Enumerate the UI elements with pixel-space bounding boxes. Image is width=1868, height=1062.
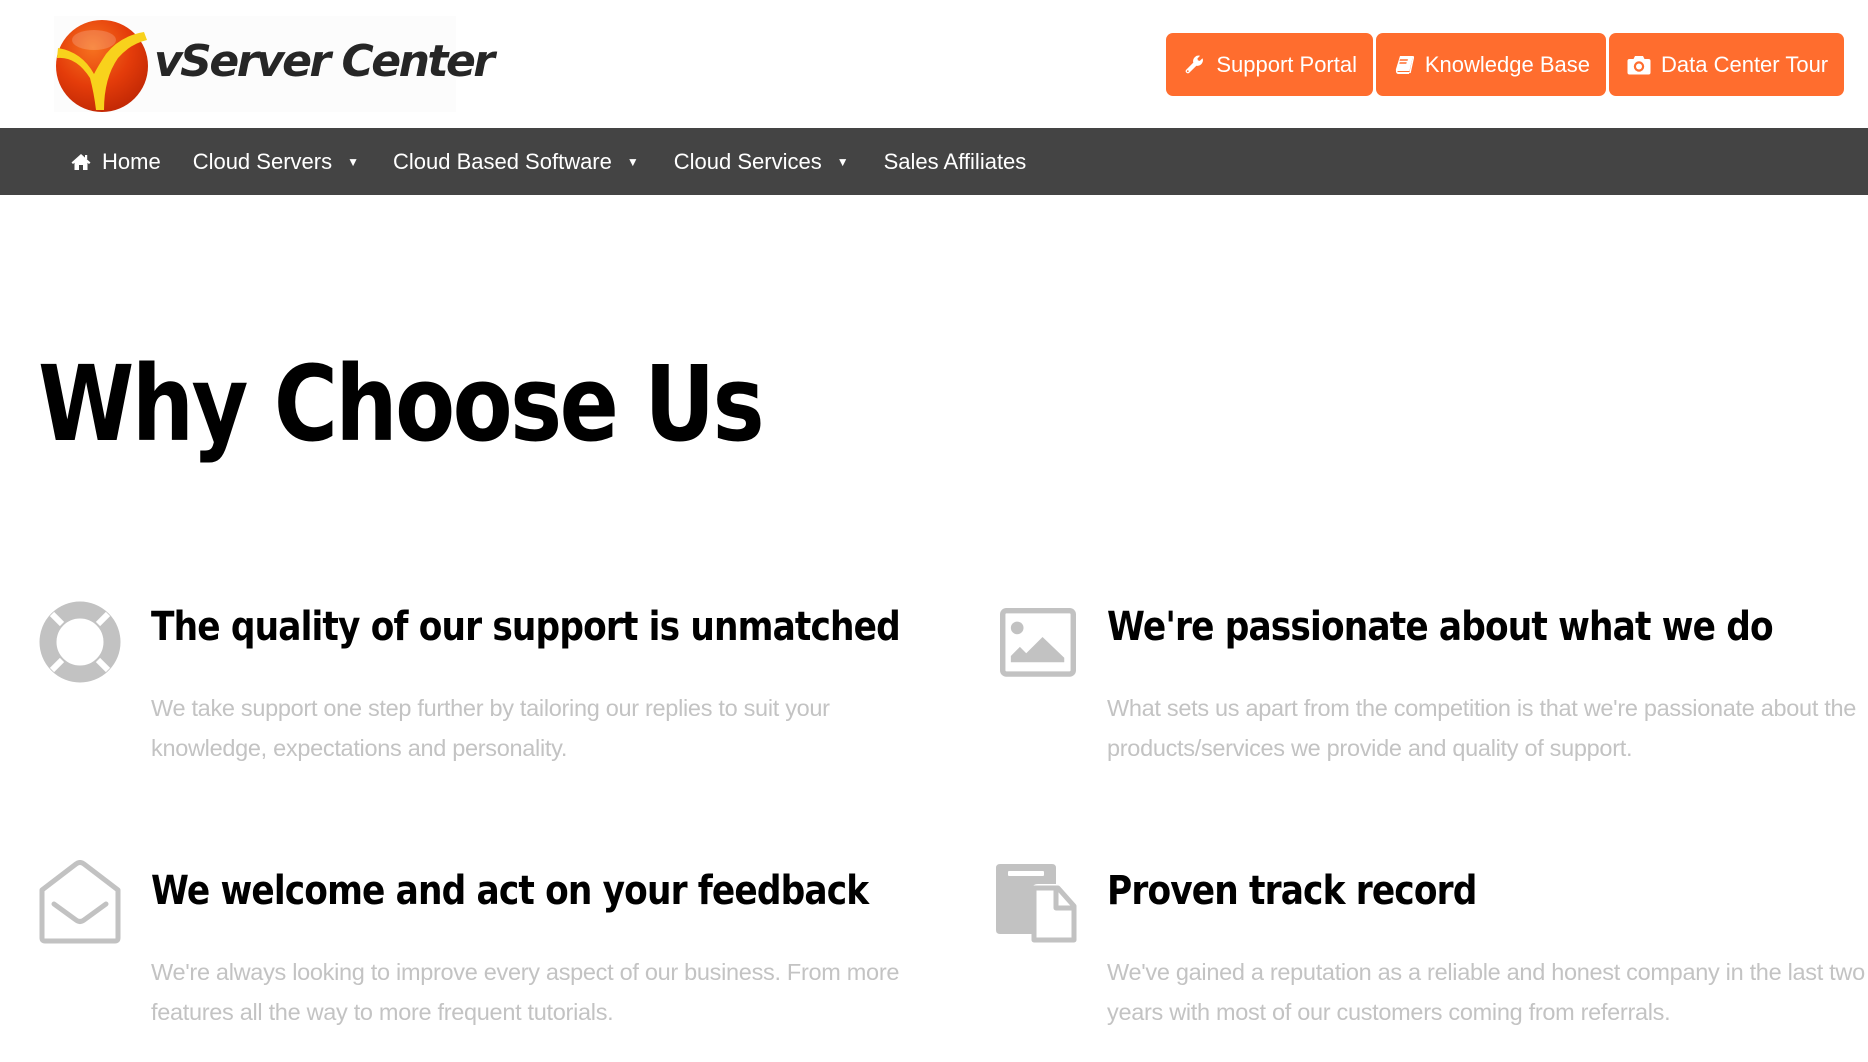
top-button-group: Support Portal Knowledge Base Data Cente… <box>1166 33 1844 96</box>
caret-down-icon: ▼ <box>347 154 359 169</box>
feature-title: We're passionate about what we do <box>1107 604 1774 650</box>
nav-item-sales-affiliates[interactable]: Sales Affiliates <box>884 149 1027 175</box>
home-icon <box>71 153 91 170</box>
knowledge-base-label: Knowledge Base <box>1424 51 1590 77</box>
nav-item-home[interactable]: Home <box>71 149 161 175</box>
logo-mark-icon <box>56 20 148 112</box>
nav-item-cloud-servers[interactable]: Cloud Servers ▼ <box>193 149 359 175</box>
nav-item-cloud-servers-label: Cloud Servers <box>192 148 333 174</box>
feature-description: We've gained a reputation as a reliable … <box>1107 959 1865 1025</box>
wrench-icon <box>1184 54 1206 76</box>
feature-description: What sets us apart from the competition … <box>1107 695 1857 761</box>
knowledge-base-button[interactable]: Knowledge Base <box>1376 33 1606 96</box>
nav-item-cloud-based-software-label: Cloud Based Software <box>392 148 612 174</box>
feature-title: Proven track record <box>1107 868 1477 914</box>
feature-title: The quality of our support is unmatched <box>151 604 901 650</box>
feature-description: We're always looking to improve every as… <box>151 959 900 1025</box>
envelope-open-icon <box>39 860 121 944</box>
camera-icon <box>1627 54 1651 76</box>
feature-title: We welcome and act on your feedback <box>151 868 869 914</box>
nav-item-cloud-services[interactable]: Cloud Services ▼ <box>674 149 849 175</box>
nav-item-cloud-based-software[interactable]: Cloud Based Software ▼ <box>393 149 639 175</box>
caret-down-icon: ▼ <box>836 154 849 169</box>
lifebuoy-icon <box>39 601 121 683</box>
main-navigation: Home Cloud Servers ▼ Cloud Based Softwar… <box>0 128 1868 195</box>
site-logo[interactable]: vServer Center <box>54 16 495 112</box>
site-header: vServer Center Support Portal Knowledge … <box>0 0 1868 128</box>
logo-text: vServer Center <box>154 36 495 87</box>
feature-description: We take support one step further by tail… <box>151 695 830 761</box>
image-icon <box>1000 608 1076 677</box>
book-icon <box>1394 54 1415 76</box>
page-title: Why Choose Us <box>38 343 765 465</box>
support-portal-button[interactable]: Support Portal <box>1166 33 1373 96</box>
nav-item-home-label: Home <box>102 148 161 174</box>
data-center-tour-button[interactable]: Data Center Tour <box>1609 33 1844 96</box>
nav-item-sales-affiliates-label: Sales Affiliates <box>883 148 1027 174</box>
caret-down-icon: ▼ <box>626 154 639 169</box>
data-center-tour-label: Data Center Tour <box>1661 51 1829 77</box>
paste-icon <box>996 864 1077 943</box>
nav-item-cloud-services-label: Cloud Services <box>673 148 822 174</box>
support-portal-label: Support Portal <box>1216 51 1357 77</box>
